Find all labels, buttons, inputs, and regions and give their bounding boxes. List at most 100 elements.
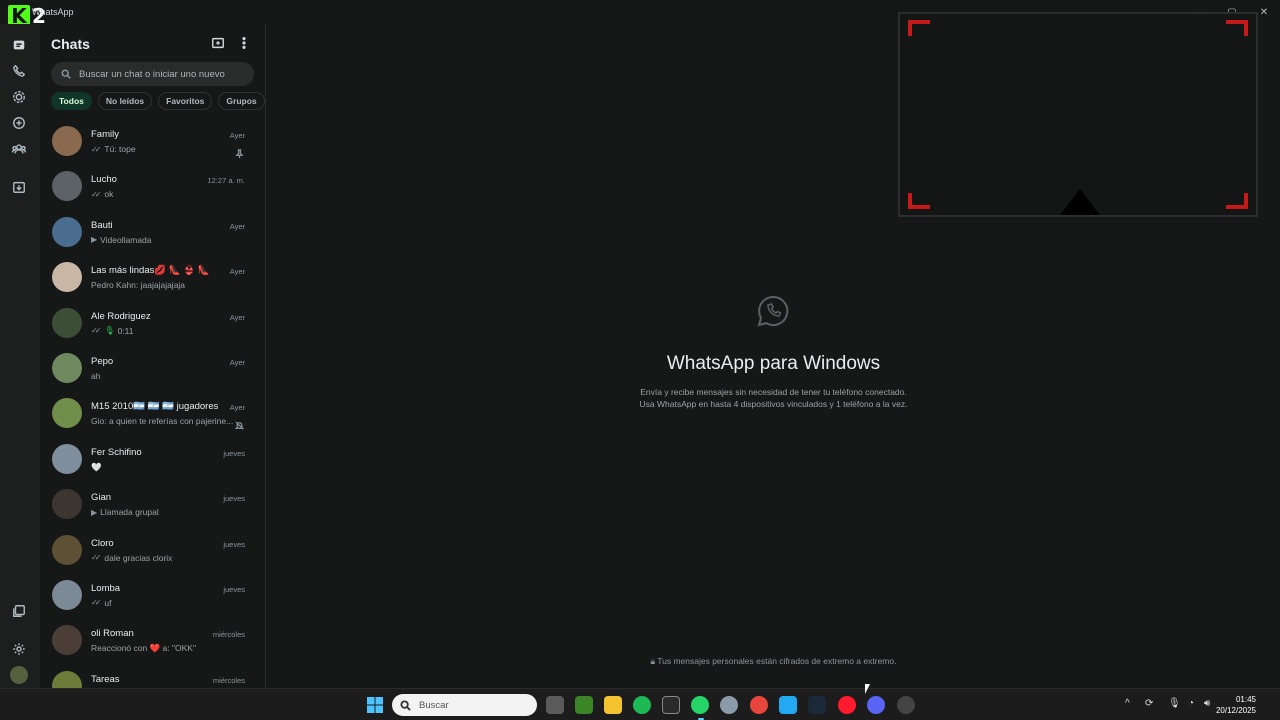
intro-description: Envía y recibe mensajes sin necesidad de… <box>267 386 1280 410</box>
search-input[interactable] <box>79 68 249 80</box>
chat-list-item[interactable]: Ale Rodriguez Ayer ✓✓ 🎙︎ 0:11 <box>40 301 266 346</box>
sync-icon[interactable]: ⟳ <box>1145 698 1153 709</box>
whatsapp-logo-icon <box>756 294 790 328</box>
muted-icon <box>234 417 245 435</box>
chat-last-message: Videollamada <box>100 234 152 245</box>
chats-nav-icon[interactable] <box>10 36 28 54</box>
archived-nav-icon[interactable] <box>10 178 28 196</box>
filter-chip-todos[interactable]: Todos <box>51 92 92 110</box>
read-receipt-icon: ✓✓ <box>91 553 102 563</box>
chat-list-item[interactable]: Lomba jueves ✓✓ uf <box>40 573 266 618</box>
chat-preview: ▶︎ Llamada grupal <box>91 507 159 517</box>
menu-dots-icon[interactable] <box>237 36 251 50</box>
epic-games-icon[interactable] <box>662 696 680 714</box>
spotify-icon[interactable] <box>633 696 651 714</box>
chat-list-item[interactable]: M15 2010🇦🇷 🇦🇷 🇦🇷 jugadores Ayer Gio: a q… <box>40 391 266 436</box>
chrome-icon[interactable] <box>750 696 768 714</box>
chat-avatar <box>52 126 82 156</box>
chat-avatar <box>52 534 82 565</box>
clock-date: 20/12/2025 <box>1215 706 1256 715</box>
file-explorer-icon[interactable] <box>604 696 622 714</box>
search-bar[interactable] <box>51 62 254 86</box>
chat-avatar <box>52 307 82 338</box>
chat-list-item[interactable]: Family Ayer ✓✓ Tú: tope <box>40 119 266 164</box>
chat-name: Bauti <box>91 219 113 231</box>
chat-name: Lomba <box>91 582 121 594</box>
video-call-icon: ▶︎ <box>91 507 98 517</box>
communities-nav-icon[interactable] <box>10 140 28 158</box>
chat-list-item[interactable]: Gian jueves ▶︎ Llamada grupal <box>40 482 266 527</box>
discord-icon[interactable] <box>867 696 885 714</box>
window-title: WhatsApp <box>32 7 74 17</box>
tray-overflow-icon[interactable]: ^ <box>1125 698 1130 709</box>
chat-list-item[interactable]: Pepo Ayer ah <box>40 346 266 391</box>
chat-avatar <box>52 262 82 293</box>
intro-line-2: Usa WhatsApp en hasta 4 dispositivos vin… <box>639 399 908 409</box>
whatsapp-taskbar-icon[interactable] <box>691 696 709 714</box>
filter-chip-no-leidos[interactable]: No leídos <box>97 92 153 110</box>
read-receipt-icon: ✓✓ <box>91 326 102 336</box>
read-receipt-icon: ✓✓ <box>91 598 102 608</box>
chat-list-item[interactable]: oli Roman miércoles Reaccionó con ❤️ a: … <box>40 618 266 663</box>
clock-app-icon[interactable] <box>897 696 915 714</box>
task-view-icon[interactable] <box>546 696 564 714</box>
taskbar-clock[interactable]: 01:45 20/12/2025 <box>1216 694 1256 716</box>
chat-last-message: uf <box>104 597 112 608</box>
read-receipt-icon: ✓✓ <box>91 189 102 199</box>
chat-avatar <box>52 171 82 202</box>
channels-nav-icon[interactable] <box>10 114 28 132</box>
chat-list-item[interactable]: Bauti Ayer ▶︎ Videollamada <box>40 210 266 255</box>
chat-list: Family Ayer ✓✓ Tú: tope Lucho 12:27 a. m.… <box>40 119 266 709</box>
status-nav-icon[interactable] <box>10 88 28 106</box>
whatsapp-window: K 2 WhatsApp — ▢ ✕ <box>0 0 1280 701</box>
chat-last-message: 🤍 <box>91 461 102 472</box>
chat-preview: ✓✓ 🎙︎ 0:11 <box>91 326 133 336</box>
chat-timestamp: Ayer <box>229 131 245 140</box>
media-nav-icon[interactable] <box>10 602 28 620</box>
minecraft-icon[interactable] <box>575 696 593 714</box>
sidebar-title: Chats <box>51 36 90 52</box>
new-chat-icon[interactable] <box>211 36 225 50</box>
pin-icon <box>235 145 244 163</box>
chat-list-item[interactable]: Fer Schifino jueves 🤍 <box>40 437 266 482</box>
chat-preview: ah <box>91 371 100 381</box>
volume-icon[interactable]: 🔊︎ <box>1204 698 1210 709</box>
chat-timestamp: jueves <box>223 448 245 458</box>
chat-last-message: Tú: tope <box>104 144 136 154</box>
chat-list-item[interactable]: Cloro jueves ✓✓ dale gracias clorix <box>40 528 266 573</box>
filter-chips: Todos No leídos Favoritos Grupos <box>51 92 265 110</box>
intro-title: WhatsApp para Windows <box>666 353 881 374</box>
taskbar-search[interactable]: Buscar <box>392 694 537 716</box>
chat-name: Lucho <box>91 174 117 186</box>
chat-timestamp: jueves <box>223 539 245 549</box>
chat-last-message: Gio: a quien te referías con pajerine... <box>91 416 234 427</box>
microphone-icon[interactable]: 🎙︎ <box>1168 698 1181 709</box>
filter-chip-favoritos[interactable]: Favoritos <box>158 92 213 110</box>
wifi-icon[interactable]: ◔ <box>1188 698 1194 709</box>
opera-icon[interactable] <box>838 696 856 714</box>
chat-name: Ale Rodriguez <box>91 310 151 322</box>
profile-avatar[interactable] <box>10 666 28 684</box>
windows-start-button[interactable] <box>366 696 384 714</box>
chat-avatar <box>52 352 82 383</box>
settings-gear-icon[interactable] <box>10 640 28 658</box>
calls-nav-icon[interactable] <box>10 62 28 80</box>
overlay-corner <box>908 20 930 36</box>
steam-icon[interactable] <box>808 696 826 714</box>
chat-list-item[interactable]: Las más lindas💋 👠 👙 👠 Ayer Pedro Kahn: j… <box>40 255 266 300</box>
overlay-corner <box>908 193 930 209</box>
chat-avatar <box>52 398 82 429</box>
search-icon <box>400 699 411 711</box>
chat-list-item[interactable]: Lucho 12:27 a. m. ✓✓ ok <box>40 164 266 209</box>
clock-time: 01:45 <box>1235 695 1256 704</box>
nav-rail <box>0 24 40 688</box>
vscode-icon[interactable] <box>779 696 797 714</box>
mic-icon: 🎙︎ <box>104 326 115 336</box>
chat-last-message: Reaccionó con ❤️ a: "OKK" <box>91 643 196 654</box>
webcam-overlay-frame <box>898 12 1258 217</box>
chat-last-message: dale gracias clorix <box>104 552 173 563</box>
chat-name: Pepo <box>91 355 114 367</box>
chat-name: Tareas <box>91 673 120 685</box>
filter-chip-grupos[interactable]: Grupos <box>218 92 265 110</box>
settings-taskbar-icon[interactable] <box>720 696 738 714</box>
